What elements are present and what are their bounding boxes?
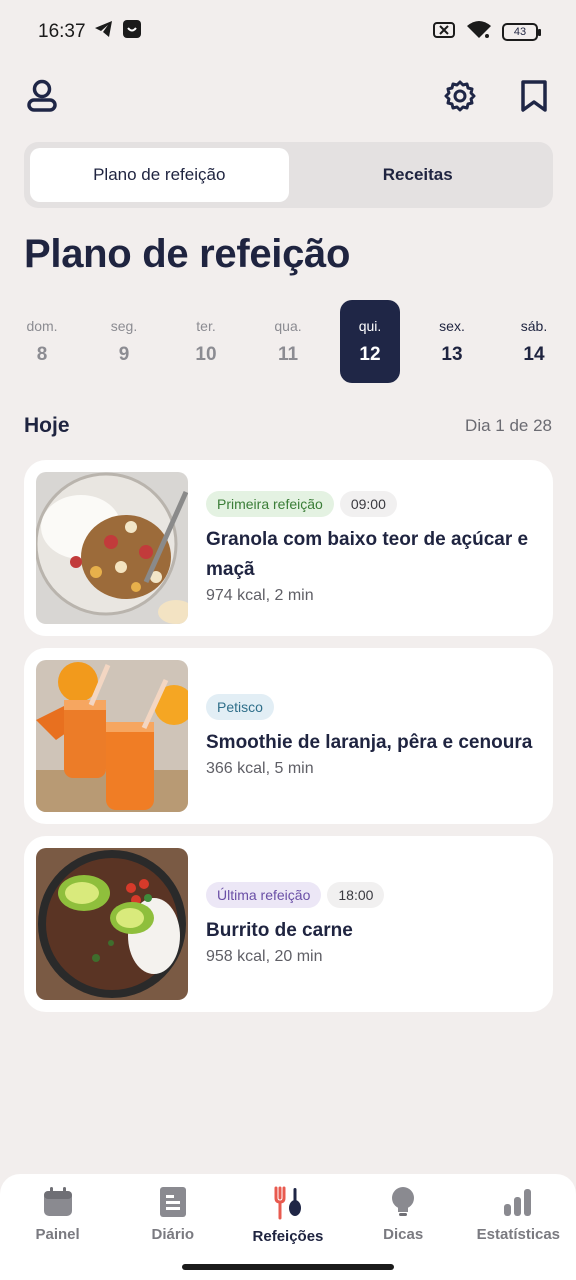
meal-name: Burrito de carne bbox=[206, 920, 353, 941]
granola-image bbox=[36, 472, 188, 624]
meal-card-snack[interactable]: Petisco Smoothie de laranja, pêra e ceno… bbox=[24, 648, 553, 824]
meal-info: 974 kcal, 2 min bbox=[206, 587, 314, 604]
tab-meal-plan-label: Plano de refeição bbox=[93, 165, 226, 184]
settings-button[interactable] bbox=[442, 78, 478, 114]
meal-card-body: Petisco Smoothie de laranja, pêra e ceno… bbox=[188, 694, 541, 778]
day-sunday[interactable]: dom. 8 bbox=[12, 300, 72, 383]
wifi-icon bbox=[466, 20, 492, 45]
nav-label: Dicas bbox=[383, 1226, 424, 1243]
day-name: seg. bbox=[110, 317, 138, 334]
day-wednesday[interactable]: qua. 11 bbox=[258, 300, 318, 383]
fork-spoon-icon bbox=[274, 1186, 301, 1220]
nav-label: Painel bbox=[35, 1226, 80, 1243]
page-title: Plano de refeição bbox=[24, 232, 351, 276]
no-sim-icon bbox=[432, 21, 456, 44]
day-tuesday[interactable]: ter. 10 bbox=[176, 300, 236, 383]
nav-label: Estatísticas bbox=[476, 1226, 561, 1243]
day-saturday[interactable]: sáb. 14 bbox=[504, 300, 564, 383]
day-number: 13 bbox=[441, 343, 463, 365]
meal-tags: Última refeição 18:00 bbox=[206, 882, 541, 908]
day-number: 10 bbox=[195, 343, 217, 365]
day-number: 9 bbox=[118, 343, 130, 365]
meal-name: Granola com baixo teor de açúcar e maçã bbox=[206, 529, 529, 580]
meal-name: Smoothie de laranja, pêra e cenoura bbox=[206, 732, 533, 753]
telegram-icon bbox=[94, 20, 114, 44]
app-notification-icon bbox=[122, 19, 142, 45]
meal-card-dinner[interactable]: Última refeição 18:00 Burrito de carne 9… bbox=[24, 836, 553, 1012]
nav-label: Diário bbox=[151, 1226, 195, 1243]
home-indicator[interactable] bbox=[182, 1264, 394, 1270]
nav-statistics[interactable]: Estatísticas bbox=[463, 1186, 573, 1280]
bookmark-icon bbox=[521, 80, 547, 112]
week-day-selector: dom. 8 seg. 9 ter. 10 qua. 11 qui. 12 se… bbox=[12, 300, 564, 384]
smoothie-image bbox=[36, 660, 188, 812]
calendar-icon bbox=[43, 1187, 72, 1216]
day-name: ter. bbox=[196, 317, 216, 334]
top-bar bbox=[24, 72, 552, 120]
day-name: sáb. bbox=[520, 317, 548, 334]
meal-tags: Petisco bbox=[206, 694, 541, 720]
day-name: dom. bbox=[26, 317, 58, 334]
day-name: sex. bbox=[439, 317, 465, 334]
meal-time-badge: 09:00 bbox=[339, 491, 397, 517]
bar-chart-icon bbox=[504, 1189, 532, 1216]
meal-type-badge: Última refeição bbox=[206, 882, 322, 908]
day-number: 14 bbox=[523, 343, 545, 365]
day-friday[interactable]: sex. 13 bbox=[422, 300, 482, 383]
status-left: 16:37 bbox=[38, 19, 142, 45]
meal-card-body: Última refeição 18:00 Burrito de carne 9… bbox=[188, 882, 541, 966]
lightbulb-icon bbox=[392, 1187, 415, 1216]
status-time: 16:37 bbox=[38, 21, 86, 42]
meal-card-body: Primeira refeição 09:00 Granola com baix… bbox=[188, 491, 541, 605]
meal-type-badge: Petisco bbox=[206, 694, 274, 720]
meal-info: 958 kcal, 20 min bbox=[206, 948, 323, 965]
top-actions bbox=[442, 78, 552, 114]
profile-button[interactable] bbox=[24, 78, 60, 114]
day-number: 11 bbox=[277, 343, 299, 365]
document-icon bbox=[159, 1187, 186, 1217]
battery-icon: 43 bbox=[502, 23, 541, 41]
bookmark-button[interactable] bbox=[516, 78, 552, 114]
day-number: 12 bbox=[359, 343, 381, 365]
meal-list: Primeira refeição 09:00 Granola com baix… bbox=[24, 460, 553, 1024]
status-right: 43 bbox=[432, 20, 541, 45]
day-name: qui. bbox=[358, 317, 382, 334]
meal-type-badge: Primeira refeição bbox=[206, 491, 334, 517]
day-thursday[interactable]: qui. 12 bbox=[340, 300, 400, 383]
meal-tags: Primeira refeição 09:00 bbox=[206, 491, 541, 517]
profile-icon bbox=[27, 79, 57, 112]
day-progress: Dia 1 de 28 bbox=[465, 416, 552, 435]
nav-dashboard[interactable]: Painel bbox=[3, 1186, 113, 1280]
nav-label: Refeições bbox=[252, 1228, 324, 1245]
status-bar: 16:37 43 bbox=[0, 0, 576, 64]
meal-card-breakfast[interactable]: Primeira refeição 09:00 Granola com baix… bbox=[24, 460, 553, 636]
meal-time-badge: 18:00 bbox=[327, 882, 385, 908]
today-header: Hoje Dia 1 de 28 bbox=[24, 414, 552, 438]
gear-icon bbox=[444, 80, 476, 112]
tab-meal-plan[interactable]: Plano de refeição bbox=[30, 148, 289, 202]
tab-recipes[interactable]: Receitas bbox=[289, 148, 548, 202]
day-monday[interactable]: seg. 9 bbox=[94, 300, 154, 383]
tab-switcher: Plano de refeição Receitas bbox=[24, 142, 553, 208]
burrito-bowl-image bbox=[36, 848, 188, 1000]
meal-info: 366 kcal, 5 min bbox=[206, 760, 314, 777]
day-number: 8 bbox=[36, 343, 48, 365]
day-name: qua. bbox=[274, 317, 302, 334]
tab-recipes-label: Receitas bbox=[382, 165, 453, 184]
today-label: Hoje bbox=[24, 414, 70, 437]
